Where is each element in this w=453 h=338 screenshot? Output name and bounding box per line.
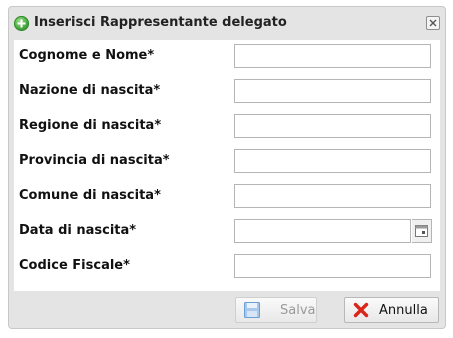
regione-nascita-input[interactable] [235,115,430,137]
calendar-icon[interactable] [412,219,432,243]
nazione-nascita-label: Nazione di nascita* [19,83,161,98]
cognome-nome-field[interactable] [234,44,431,68]
save-label: Salva [280,303,316,318]
row-regione-nascita: Regione di nascita* [14,110,440,144]
codice-fiscale-input[interactable] [235,255,430,277]
row-provincia-nascita: Provincia di nascita* [14,145,440,179]
dialog-title: Inserisci Rappresentante delegato [34,15,287,30]
nazione-nascita-input[interactable] [235,80,430,102]
insert-delegate-dialog: Inserisci Rappresentante delegato Cognom… [8,6,446,329]
comune-nascita-input[interactable] [235,185,430,207]
save-button[interactable]: Salva [235,297,317,323]
row-comune-nascita: Comune di nascita* [14,180,440,214]
form-body: Cognome e Nome* Nazione di nascita* Regi… [14,40,440,291]
data-nascita-input[interactable] [235,220,410,242]
provincia-nascita-input[interactable] [235,150,430,172]
cancel-button[interactable]: Annulla [344,297,439,323]
dialog-footer: Salva Annulla [9,291,445,329]
close-icon[interactable] [426,16,440,30]
row-data-nascita: Data di nascita* [14,215,440,249]
provincia-nascita-label: Provincia di nascita* [19,153,170,168]
regione-nascita-field[interactable] [234,114,431,138]
row-nazione-nascita: Nazione di nascita* [14,75,440,109]
dialog-titlebar: Inserisci Rappresentante delegato [9,7,445,39]
nazione-nascita-field[interactable] [234,79,431,103]
cognome-nome-input[interactable] [235,45,430,67]
floppy-disk-icon [244,302,260,322]
data-nascita-field[interactable] [234,219,411,243]
data-nascita-label: Data di nascita* [19,223,137,238]
add-circle-icon [14,16,29,31]
row-codice-fiscale: Codice Fiscale* [14,250,440,284]
codice-fiscale-label: Codice Fiscale* [19,258,130,273]
provincia-nascita-field[interactable] [234,149,431,173]
cognome-nome-label: Cognome e Nome* [19,48,155,63]
regione-nascita-label: Regione di nascita* [19,118,162,133]
comune-nascita-field[interactable] [234,184,431,208]
cancel-label: Annulla [379,303,428,318]
codice-fiscale-field[interactable] [234,254,431,278]
comune-nascita-label: Comune di nascita* [19,188,161,203]
row-cognome-nome: Cognome e Nome* [14,40,440,74]
red-x-icon [353,302,369,322]
